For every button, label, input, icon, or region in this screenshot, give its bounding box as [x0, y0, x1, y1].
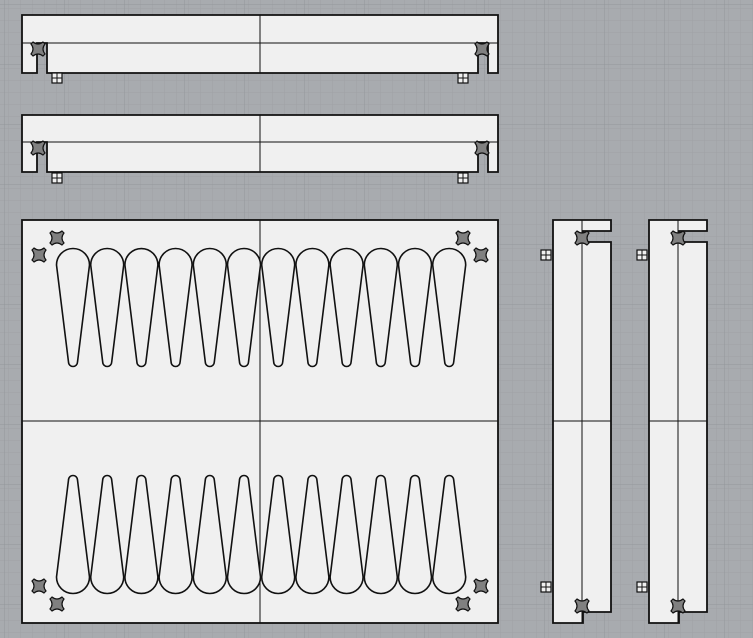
- joint-icon: [49, 230, 65, 246]
- joint-icon: [30, 41, 46, 57]
- cad-drawing-canvas[interactable]: [0, 0, 753, 638]
- joint-icon: [473, 578, 489, 594]
- connector-icon: [540, 581, 552, 593]
- connector-icon: [636, 581, 648, 593]
- top-rail-2[interactable]: [21, 114, 499, 184]
- joint-icon: [670, 598, 686, 614]
- connector-icon: [51, 172, 63, 184]
- top-rail-1[interactable]: [21, 14, 499, 84]
- joint-icon: [31, 247, 47, 263]
- joint-icon: [30, 140, 46, 156]
- joint-icon: [455, 596, 471, 612]
- rack-panel[interactable]: [21, 219, 499, 624]
- joint-icon: [574, 230, 590, 246]
- connector-icon: [457, 172, 469, 184]
- connector-icon: [457, 72, 469, 84]
- joint-icon: [455, 230, 471, 246]
- connector-icon: [51, 72, 63, 84]
- connector-icon: [636, 249, 648, 261]
- joint-icon: [49, 596, 65, 612]
- joint-icon: [31, 578, 47, 594]
- connector-icon: [540, 249, 552, 261]
- joint-icon: [574, 598, 590, 614]
- joint-icon: [473, 247, 489, 263]
- joint-icon: [474, 41, 490, 57]
- joint-icon: [670, 230, 686, 246]
- joint-icon: [474, 140, 490, 156]
